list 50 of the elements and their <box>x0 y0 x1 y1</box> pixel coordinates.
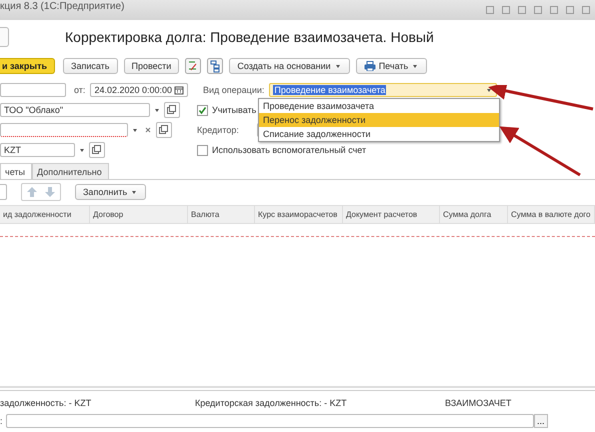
creditor-label: Кредитор: <box>197 125 239 135</box>
comment-label: : <box>0 416 4 426</box>
checkbox[interactable] <box>197 104 208 116</box>
input-field[interactable]: ТОО "Облако" <box>0 103 150 117</box>
operation-select[interactable]: Проведение взаимозачета <box>269 83 497 97</box>
comment-field[interactable] <box>6 414 534 428</box>
column-header[interactable]: Курс взаиморасчетов <box>255 206 343 223</box>
input-field[interactable]: 24.02.2020 0:00:00 <box>90 83 188 97</box>
toolbar-button[interactable]: Записать <box>63 58 118 74</box>
printer-icon[interactable] <box>364 61 376 71</box>
checkbox-label: Использовать вспомогательный счет <box>212 145 366 155</box>
calendar-icon[interactable] <box>174 85 184 95</box>
document-title: Корректировка долга: Проведение взаимозачета. Новый <box>65 29 434 45</box>
column-header[interactable]: Сумма в валюте дого <box>508 206 595 223</box>
menu-button[interactable]: Печать <box>356 58 428 74</box>
column-header[interactable]: Сумма долга <box>440 206 508 223</box>
column-header[interactable]: Валюта <box>188 206 255 223</box>
input-field[interactable] <box>0 83 66 97</box>
operation-label: Вид операции: <box>203 85 264 95</box>
open-icon[interactable] <box>156 122 172 138</box>
toolbar-button[interactable]: Провести <box>124 58 180 74</box>
caret-icon[interactable] <box>411 62 420 70</box>
tab[interactable]: четы <box>0 163 32 179</box>
caret-icon[interactable] <box>334 62 342 70</box>
open-icon[interactable] <box>164 102 180 118</box>
dropdown-item[interactable]: Проведение взаимозачета <box>259 99 499 113</box>
caret-icon[interactable] <box>485 86 493 94</box>
input-field[interactable] <box>0 123 128 137</box>
select-button[interactable]: ... <box>534 414 548 428</box>
toolbar-button[interactable]: и закрыть <box>0 58 56 74</box>
date-label: от: <box>74 85 86 95</box>
menu-button[interactable]: Создать на основании <box>229 58 350 74</box>
window-title: кция 8.3 (1С:Предприятие) <box>0 0 124 12</box>
caret-icon[interactable] <box>130 188 138 196</box>
fill-button[interactable]: Заполнить <box>75 184 146 200</box>
operation-text: ВЗАИМОЗАЧЕТ <box>445 398 512 408</box>
column-header[interactable]: ид задолженности <box>0 206 90 223</box>
dt-kt-icon[interactable] <box>185 58 202 74</box>
tab[interactable]: Дополнительно <box>32 163 109 179</box>
column-header[interactable]: Договор <box>90 206 188 223</box>
checkbox-label: Учитывать <box>212 105 256 115</box>
column-header[interactable]: Документ расчетов <box>343 206 440 223</box>
debit-total-text: задолженность: - KZT <box>0 398 92 408</box>
input-field[interactable]: KZT <box>0 143 75 157</box>
dropdown-item[interactable]: Перенос задолженности <box>259 113 499 127</box>
checkbox[interactable] <box>197 144 208 156</box>
dropdown-item[interactable]: Списание задолженности <box>259 127 499 141</box>
structure-icon[interactable] <box>207 58 224 74</box>
open-icon[interactable] <box>89 142 105 158</box>
credit-total-text: Кредиторская задолженность: - KZT <box>195 398 348 408</box>
